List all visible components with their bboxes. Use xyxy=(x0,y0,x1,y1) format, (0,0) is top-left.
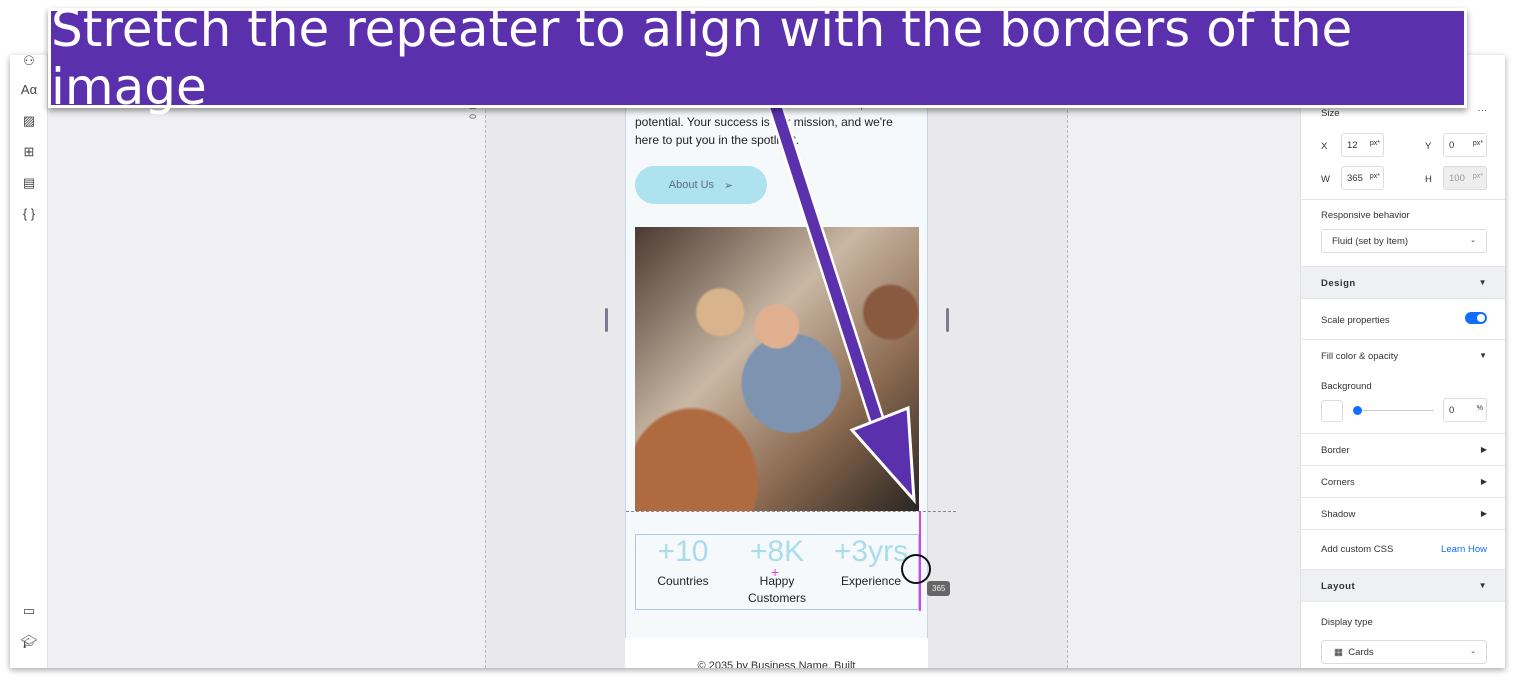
instruction-banner: Stretch the repeater to align with the b… xyxy=(48,0,1467,116)
